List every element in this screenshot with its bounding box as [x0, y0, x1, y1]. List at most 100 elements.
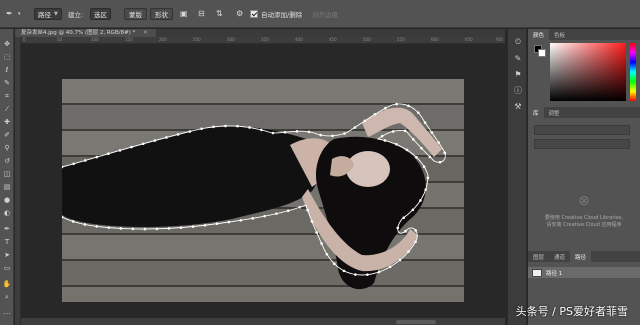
path-anchor-point[interactable]	[396, 226, 400, 230]
path-anchor-point[interactable]	[236, 124, 239, 128]
document-canvas-image[interactable]	[62, 79, 464, 302]
marquee-tool-icon[interactable]: ⬚	[2, 52, 12, 62]
path-anchor-point[interactable]	[437, 141, 440, 144]
path-anchor-point[interactable]	[315, 231, 318, 234]
tab-color[interactable]: 颜色	[528, 29, 550, 40]
clone-stamp-icon[interactable]: ⚲	[2, 143, 12, 153]
path-anchor-point[interactable]	[251, 217, 255, 220]
path-mode-select[interactable]: 路径 ▼	[34, 8, 62, 20]
path-anchor-point[interactable]	[119, 227, 123, 230]
path-anchor-point[interactable]	[143, 227, 147, 231]
path-anchor-point[interactable]	[407, 104, 410, 108]
path-anchor-point[interactable]	[428, 155, 432, 159]
path-anchor-point[interactable]	[107, 152, 110, 156]
scrollbar-thumb[interactable]	[396, 320, 436, 324]
close-icon[interactable]: ✕	[143, 30, 148, 36]
move-tool-icon[interactable]: ✥	[2, 39, 12, 49]
path-anchor-point[interactable]	[422, 165, 426, 168]
path-anchor-point[interactable]	[83, 223, 87, 226]
path-anchor-point[interactable]	[141, 142, 145, 146]
tool-preset-dropdown[interactable]: ▾	[18, 8, 21, 20]
brush-panel-icon[interactable]: ✎	[513, 53, 523, 63]
tab-channels[interactable]: 通道	[549, 251, 570, 262]
path-anchor-point[interactable]	[423, 121, 427, 124]
path-anchor-point[interactable]	[419, 199, 422, 202]
path-anchor-point[interactable]	[176, 133, 180, 136]
background-color-swatch[interactable]	[538, 49, 546, 57]
path-anchor-point[interactable]	[380, 134, 384, 138]
path-anchor-point[interactable]	[319, 133, 322, 137]
path-row[interactable]: 路径 1	[528, 267, 640, 278]
path-anchor-point[interactable]	[83, 159, 87, 162]
path-anchor-point[interactable]	[332, 262, 336, 266]
tab-layers[interactable]: 图层	[528, 251, 549, 262]
path-anchor-point[interactable]	[398, 258, 402, 262]
path-anchor-point[interactable]	[373, 112, 377, 116]
gear-icon[interactable]: ⚙	[236, 8, 243, 20]
path-anchor-point[interactable]	[72, 162, 75, 166]
path-anchor-point[interactable]	[342, 269, 346, 273]
path-anchor-point[interactable]	[325, 252, 329, 256]
path-anchor-point[interactable]	[283, 130, 287, 134]
tab-paths[interactable]: 路径	[570, 251, 592, 262]
eyedropper-tool-icon[interactable]: ⁄	[2, 104, 12, 114]
path-anchor-point[interactable]	[227, 220, 231, 224]
auto-add-delete-checkbox[interactable]: 自动添加/删除	[250, 8, 302, 20]
path-anchor-point[interactable]	[179, 226, 183, 229]
hand-tool-icon[interactable]: ✋	[2, 279, 12, 289]
shape-button[interactable]: 形状	[150, 8, 173, 20]
path-anchor-point[interactable]	[411, 138, 415, 141]
path-anchor-point[interactable]	[71, 220, 75, 223]
path-anchor-point[interactable]	[107, 226, 111, 229]
path-anchor-point[interactable]	[224, 124, 227, 128]
path-alignment-icon[interactable]: ⊟	[198, 8, 205, 20]
hue-slider[interactable]	[630, 43, 636, 101]
more-tools-icon[interactable]: …	[2, 307, 12, 317]
tab-library[interactable]: 库	[528, 107, 544, 118]
path-anchor-point[interactable]	[212, 125, 215, 129]
path-anchor-point[interactable]	[95, 155, 99, 159]
adjust-panel-icon[interactable]: ⚑	[513, 69, 523, 79]
path-anchor-point[interactable]	[167, 227, 171, 230]
history-brush-icon[interactable]: ↺	[2, 156, 12, 166]
path-anchor-point[interactable]	[320, 242, 323, 245]
path-anchor-point[interactable]	[430, 131, 434, 134]
pen-tool-icon[interactable]: ✒	[6, 8, 13, 20]
path-anchor-point[interactable]	[354, 273, 357, 276]
pen-tool-icon[interactable]: ✒	[2, 224, 12, 234]
path-anchor-point[interactable]	[131, 227, 135, 231]
path-anchor-point[interactable]	[155, 227, 159, 231]
path-anchor-point[interactable]	[411, 208, 415, 212]
path-anchor-point[interactable]	[384, 106, 387, 110]
path-anchor-point[interactable]	[286, 209, 290, 213]
path-anchor-point[interactable]	[383, 139, 387, 142]
crop-tool-icon[interactable]: ⌗	[2, 91, 12, 101]
path-anchor-point[interactable]	[310, 220, 314, 223]
path-anchor-point[interactable]	[260, 128, 263, 132]
healing-brush-icon[interactable]: ✚	[2, 117, 12, 127]
path-arrangement-icon[interactable]: ⇅	[216, 8, 223, 20]
path-anchor-point[interactable]	[391, 130, 395, 133]
path-anchor-point[interactable]	[414, 229, 417, 232]
path-anchor-point[interactable]	[153, 139, 157, 142]
brush-tool-icon[interactable]: ✐	[2, 130, 12, 140]
path-anchor-point[interactable]	[416, 111, 420, 114]
gradient-tool-icon[interactable]: ▤	[2, 182, 12, 192]
path-anchor-point[interactable]	[363, 119, 367, 123]
path-anchor-point[interactable]	[388, 265, 392, 269]
mask-button[interactable]: 蒙版	[124, 8, 147, 20]
tool-presets-icon[interactable]: ⚒	[513, 101, 523, 111]
path-anchor-point[interactable]	[415, 156, 418, 159]
history-panel-icon[interactable]: ⏲	[513, 37, 523, 47]
path-anchor-point[interactable]	[298, 206, 301, 209]
path-anchor-point[interactable]	[165, 136, 168, 139]
path-anchor-point[interactable]	[395, 143, 398, 146]
path-anchor-point[interactable]	[203, 223, 207, 227]
path-selection-tool-icon[interactable]: ➤	[2, 250, 12, 260]
path-anchor-point[interactable]	[395, 102, 398, 106]
path-anchor-point[interactable]	[275, 212, 278, 215]
path-anchor-point[interactable]	[420, 146, 423, 150]
path-anchor-point[interactable]	[215, 222, 219, 226]
path-operations-icon[interactable]: ▣	[180, 8, 188, 20]
path-anchor-point[interactable]	[331, 134, 334, 138]
